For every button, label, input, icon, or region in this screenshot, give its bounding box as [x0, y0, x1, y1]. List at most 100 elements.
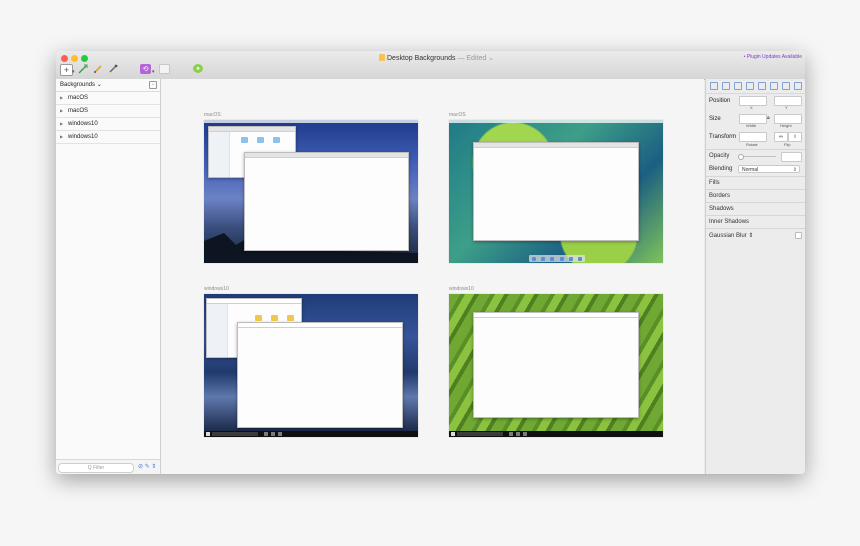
opacity-slider[interactable] [738, 154, 776, 160]
blending-row: Blending Normal ⇕ [706, 163, 805, 176]
layer-item[interactable]: ▶ windows10 [56, 131, 160, 144]
vector-tool-button[interactable] [78, 64, 88, 74]
layer-item[interactable]: ▶ windows10 [56, 118, 160, 131]
page-selector[interactable]: Backgrounds ⌄ [60, 81, 102, 88]
edit-icon[interactable]: ✎ [145, 464, 150, 470]
layer-item[interactable]: ▶ macOS [56, 92, 160, 105]
disclosure-triangle-icon[interactable]: ▶ [60, 134, 63, 139]
link-icon[interactable]: ⊘ [138, 464, 143, 470]
dock-app-icon [559, 256, 564, 261]
create-symbol-button[interactable]: ⟲ [140, 64, 151, 74]
flip-vertical-button[interactable]: ⇳ [788, 132, 802, 142]
artboard-label[interactable]: windows10 [204, 286, 229, 292]
artboard-windows10-1[interactable] [204, 294, 418, 437]
size-row: Size 🔒︎ Width Height [706, 112, 805, 130]
borders-section[interactable]: Borders [706, 189, 805, 202]
symbol-dropdown-icon[interactable]: ▾ [152, 67, 155, 77]
align-left-icon[interactable] [710, 82, 718, 90]
pages-header[interactable]: Backgrounds ⌄ ▫ [56, 79, 160, 92]
minimize-button[interactable] [71, 55, 78, 62]
close-button[interactable] [61, 55, 68, 62]
folder-icon [271, 315, 278, 321]
disclosure-triangle-icon[interactable]: ▶ [60, 121, 63, 126]
edited-status[interactable]: — Edited ⌄ [457, 55, 494, 62]
gaussian-blur-section[interactable]: Gaussian Blur ⇕ [706, 228, 805, 241]
y-input[interactable] [774, 96, 802, 106]
dock-app-icon [578, 256, 583, 261]
mini-titlebar [474, 143, 638, 148]
mini-titlebar [474, 313, 638, 318]
align-top-icon[interactable] [746, 82, 754, 90]
plugin-updates-badge[interactable]: • Plugin Updates Available [744, 54, 802, 60]
shadows-section[interactable]: Shadows [706, 202, 805, 215]
opacity-slider-knob[interactable] [738, 154, 744, 160]
distribute-vertical-icon[interactable] [794, 82, 802, 90]
folder-icon [241, 137, 248, 143]
taskbar-app-icon [523, 432, 527, 436]
select-chevron-icon: ⇕ [792, 167, 797, 173]
position-row: Position X Y [706, 94, 805, 112]
dock-app-icon [568, 256, 573, 261]
pencil-tool-button[interactable] [93, 64, 103, 74]
artboard-macos-1[interactable] [204, 120, 418, 263]
size-label: Size [709, 116, 721, 122]
lock-icon[interactable]: 🔒︎ [767, 115, 770, 121]
frame-tool-button[interactable] [159, 64, 170, 74]
layers-sidebar: Backgrounds ⌄ ▫ ▶ macOS ▶ macOS ▶ window… [56, 79, 161, 474]
blending-select[interactable]: Normal ⇕ [738, 165, 800, 173]
disclosure-triangle-icon[interactable]: ▶ [60, 95, 63, 100]
flip-label: Flip [784, 142, 791, 147]
artboard-macos-2[interactable] [449, 120, 663, 263]
color-picker-button[interactable] [108, 64, 118, 74]
opacity-row: Opacity [706, 149, 805, 163]
inspector-panel: Position X Y Size 🔒︎ Width Height Transf… [705, 79, 805, 474]
eyedropper-icon [109, 64, 118, 73]
plus-icon: + [63, 64, 70, 75]
disclosure-triangle-icon[interactable]: ▶ [60, 108, 63, 113]
dock-app-icon [550, 256, 555, 261]
inner-shadows-section[interactable]: Inner Shadows [706, 215, 805, 228]
browser-window-thumbnail [237, 322, 403, 428]
rotate-input[interactable] [739, 132, 767, 142]
add-page-icon[interactable]: ▫ [149, 81, 157, 89]
mac-dock [529, 255, 585, 262]
artboard-label[interactable]: macOS [204, 112, 221, 118]
x-input[interactable] [739, 96, 767, 106]
filter-options[interactable]: ⊘ ✎ ⇕ [138, 463, 156, 470]
document-name: Desktop Backgrounds [387, 55, 456, 62]
sort-icon[interactable]: ⇕ [151, 464, 156, 470]
mini-sidebar [207, 304, 228, 357]
mac-menu-bar [449, 120, 663, 123]
mini-titlebar [238, 323, 402, 328]
filter-input[interactable]: Q Filter [58, 463, 134, 473]
taskbar-app-icon [516, 432, 520, 436]
layer-item[interactable]: ▶ macOS [56, 105, 160, 118]
canvas[interactable]: macOS macOS windows10 windows10 [161, 79, 704, 474]
insert-dropdown-icon[interactable]: ▾ [72, 67, 75, 77]
zoom-button[interactable] [81, 55, 88, 62]
distribute-horizontal-icon[interactable] [782, 82, 790, 90]
gaussian-blur-checkbox[interactable] [795, 232, 802, 239]
blending-value: Normal [742, 167, 759, 173]
browser-window-thumbnail [473, 312, 639, 418]
artboard-windows10-2[interactable] [449, 294, 663, 437]
mini-titlebar [245, 153, 408, 158]
opacity-input[interactable] [781, 152, 802, 162]
artboard-label[interactable]: macOS [449, 112, 466, 118]
taskbar-app-icon [509, 432, 513, 436]
flip-horizontal-button[interactable]: ⇹ [774, 132, 788, 142]
dock-app-icon [531, 256, 536, 261]
plugin-button[interactable]: ● [193, 64, 203, 73]
app-window: Desktop Backgrounds — Edited ⌄ • Plugin … [56, 51, 805, 474]
align-middle-icon[interactable] [758, 82, 766, 90]
align-center-icon[interactable] [722, 82, 730, 90]
dock-app-icon [540, 256, 545, 261]
align-right-icon[interactable] [734, 82, 742, 90]
fills-section[interactable]: Fills [706, 176, 805, 189]
align-bottom-icon[interactable] [770, 82, 778, 90]
fills-label: Fills [709, 180, 720, 186]
document-icon [379, 54, 385, 61]
layer-label: windows10 [68, 134, 98, 140]
artboard-label[interactable]: windows10 [449, 286, 474, 292]
browser-window-thumbnail [244, 152, 409, 251]
